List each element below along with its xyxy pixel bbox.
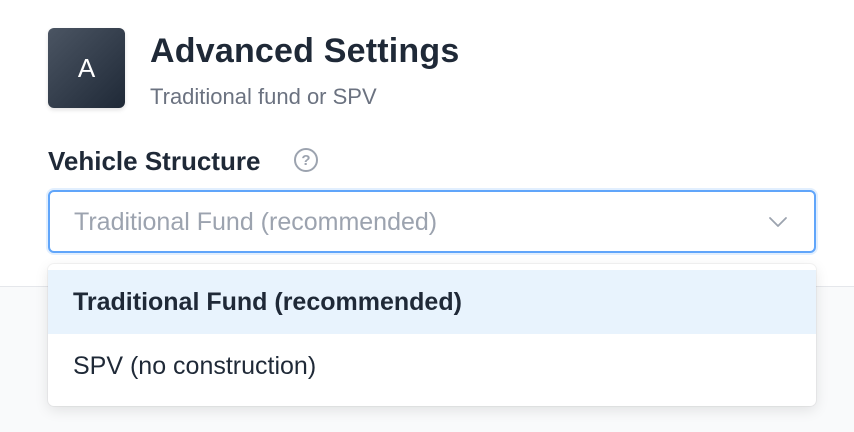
avatar: A (48, 28, 125, 108)
chevron-down-icon (769, 217, 787, 227)
advanced-settings-panel: A Advanced Settings Traditional fund or … (0, 0, 854, 432)
page-subtitle: Traditional fund or SPV (150, 84, 377, 109)
vehicle-structure-dropdown: Traditional Fund (recommended) SPV (no c… (48, 264, 816, 406)
vehicle-structure-label: Vehicle Structure (48, 146, 261, 176)
option-traditional-fund[interactable]: Traditional Fund (recommended) (48, 270, 816, 334)
select-value: Traditional Fund (recommended) (74, 208, 438, 236)
option-label: SPV (no construction) (73, 351, 317, 380)
option-spv[interactable]: SPV (no construction) (48, 334, 816, 398)
option-label: Traditional Fund (recommended) (73, 287, 462, 316)
question-circle-icon[interactable]: ? (294, 148, 318, 172)
vehicle-structure-select[interactable]: Traditional Fund (recommended) (48, 190, 816, 253)
page-title: Advanced Settings (150, 32, 460, 70)
avatar-letter: A (77, 52, 96, 83)
